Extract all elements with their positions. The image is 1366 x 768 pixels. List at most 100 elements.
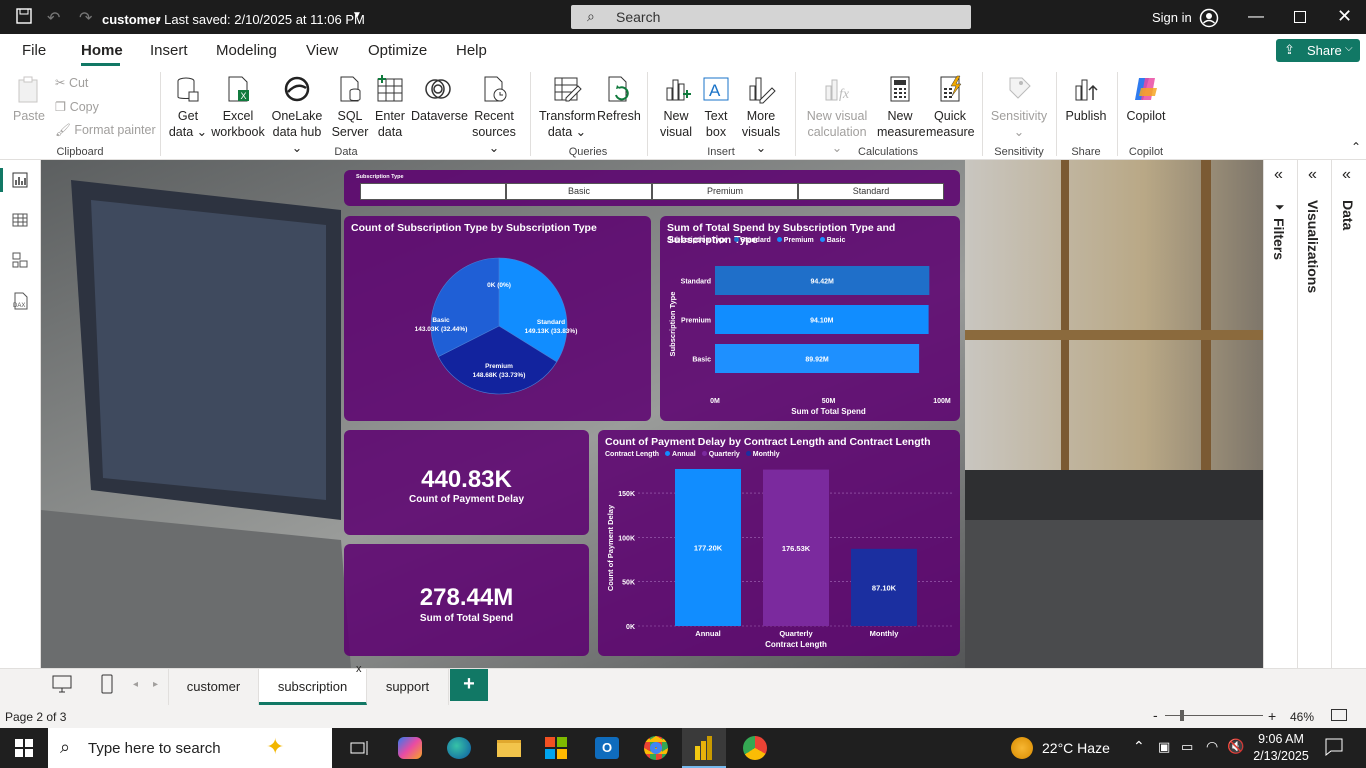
refresh-button[interactable]: Refresh [597,74,641,124]
excel-workbook-button[interactable]: X Excel workbook [211,74,265,140]
new-measure-button[interactable]: New measure [877,74,926,140]
zoom-in-icon[interactable]: + [1268,708,1276,724]
taskbar-search-box[interactable]: ⌕ Type here to search ✦ [48,728,332,768]
get-data-button[interactable]: Get data ⌄ [168,74,208,140]
fit-to-page-icon[interactable] [1331,709,1347,721]
edge-browser-icon[interactable] [447,737,471,759]
scroll-right-icon[interactable]: ▸ [153,679,158,690]
chrome-profile-icon[interactable] [743,736,767,760]
chrome-icon[interactable] [644,736,668,760]
visualizations-pane-collapsed[interactable]: « Visualizations [1298,160,1332,668]
sql-server-button[interactable]: SQL Server [331,74,369,140]
cut-button[interactable]: ✂ Cut [55,75,88,90]
format-painter-button[interactable]: 🖌 Format painter [55,123,156,138]
kpi-card-payment-delay[interactable]: 440.83K Count of Payment Delay [344,430,589,535]
sensitivity-button[interactable]: Sensitivity ⌄ [990,74,1048,140]
weather-text[interactable]: 22°C Haze [1042,740,1110,756]
y-axis-title: Count of Payment Delay [606,504,615,591]
power-bi-taskbar-button[interactable] [682,728,726,768]
battery-icon[interactable]: ▭ [1181,739,1193,755]
clock-date[interactable]: 2/13/2025 [1252,749,1310,763]
document-name[interactable]: customer [102,12,161,27]
x-tick-label: 0M [710,398,720,405]
task-view-icon[interactable] [350,739,370,762]
copilot-button[interactable]: Copilot [1124,74,1168,124]
notifications-icon[interactable] [1325,738,1343,761]
expand-filters-icon[interactable]: « [1274,166,1283,184]
model-view-icon[interactable] [12,252,28,273]
transform-data-button[interactable]: Transform data ⌄ [539,74,596,140]
text-box-button[interactable]: A Text box [699,74,733,140]
paste-button[interactable]: Paste [12,74,46,124]
microsoft-store-icon[interactable] [545,737,567,764]
meet-now-icon[interactable]: ▣ [1158,739,1170,755]
copy-button[interactable]: ❐ Copy [55,99,99,114]
tab-view[interactable]: View [306,42,338,59]
zoom-out-icon[interactable]: - [1153,707,1158,723]
onelake-data-hub-button[interactable]: OneLake data hub ⌄ [268,74,326,156]
slicer-option-basic[interactable]: Basic [506,183,652,200]
pie-chart-visual[interactable]: Count of Subscription Type by Subscripti… [344,216,651,421]
save-icon[interactable] [16,8,32,29]
tab-file[interactable]: File [22,42,46,59]
zoom-slider-thumb[interactable] [1180,710,1184,721]
desktop-layout-icon[interactable] [52,675,72,698]
volume-muted-icon[interactable]: 🔇 [1227,738,1244,755]
slicer-option-blank[interactable] [360,183,506,200]
add-page-button[interactable]: + [450,669,488,701]
slicer-option-standard[interactable]: Standard [798,183,944,200]
more-visuals-button[interactable]: More visuals ⌄ [737,74,785,156]
slicer-option-premium[interactable]: Premium [652,183,798,200]
close-tab-icon[interactable]: x [356,663,362,675]
scroll-left-icon[interactable]: ◂ [133,679,138,690]
publish-button[interactable]: Publish [1064,74,1108,124]
tab-modeling[interactable]: Modeling [216,42,277,59]
wifi-icon[interactable]: ◠ [1206,738,1218,755]
account-icon[interactable] [1199,8,1219,33]
outlook-icon[interactable]: O [595,737,619,759]
new-visual-button[interactable]: New visual [657,74,695,140]
x-tick-label: Annual [695,629,720,638]
page-tab-customer[interactable]: customer [168,669,259,705]
show-hidden-icons-icon[interactable]: ⌃ [1133,738,1145,755]
mobile-layout-icon[interactable] [101,674,113,699]
new-visual-calculation-button[interactable]: fx New visual calculation ⌄ [804,74,870,156]
minimize-icon[interactable]: — [1248,8,1264,26]
kpi-card-total-spend[interactable]: 278.44M Sum of Total Spend [344,544,589,656]
maximize-icon[interactable] [1294,11,1306,23]
tab-help[interactable]: Help [456,42,487,59]
expand-data-icon[interactable]: « [1342,166,1351,184]
table-view-icon[interactable] [12,212,28,233]
page-tab-support[interactable]: support [367,669,449,705]
undo-icon[interactable]: ↶ [47,8,60,28]
weather-haze-icon[interactable] [1011,737,1033,759]
sign-in-link[interactable]: Sign in [1152,10,1192,25]
tab-insert[interactable]: Insert [150,42,188,59]
file-explorer-icon[interactable] [497,740,521,757]
copilot-app-icon[interactable] [398,737,422,759]
windows-start-icon[interactable] [15,739,33,762]
data-pane-collapsed[interactable]: « Data [1332,160,1366,668]
tab-optimize[interactable]: Optimize [368,42,427,59]
bar-chart-visual[interactable]: Sum of Total Spend by Subscription Type … [660,216,960,421]
recent-sources-button[interactable]: Recent sources ⌄ [466,74,522,156]
report-view-icon[interactable] [12,172,28,193]
zoom-level[interactable]: 46% [1290,710,1314,724]
search-box[interactable]: ⌕ Search [571,5,971,29]
expand-visualizations-icon[interactable]: « [1308,166,1317,184]
power-bi-icon [695,736,713,765]
close-icon[interactable]: ✕ [1337,6,1352,27]
quick-measure-button[interactable]: Quick measure [926,74,975,140]
collapse-ribbon-icon[interactable]: ⌃ [1351,140,1361,154]
filters-pane-collapsed[interactable]: « ⏷ Filters [1264,160,1298,668]
redo-icon[interactable]: ↷ [79,8,92,28]
column-chart-visual[interactable]: Count of Payment Delay by Contract Lengt… [598,430,960,656]
page-tab-subscription[interactable]: subscription [259,669,367,705]
dataverse-button[interactable]: Dataverse [411,74,468,124]
clock-time[interactable]: 9:06 AM [1256,732,1306,746]
dax-query-view-icon[interactable]: DAX [11,292,29,312]
chevron-down-icon[interactable]: ▼ [352,10,362,21]
share-button[interactable]: ⇪ Share ⌵ [1276,39,1360,62]
enter-data-button[interactable]: Enter data [373,74,407,140]
tab-home[interactable]: Home [81,42,123,59]
